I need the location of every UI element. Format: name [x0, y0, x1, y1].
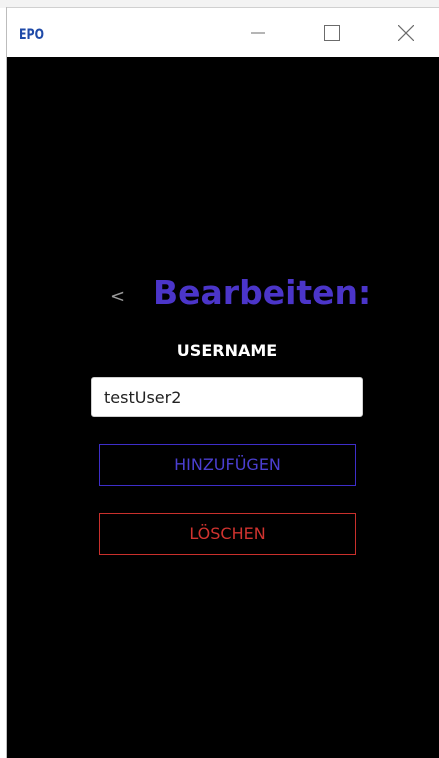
- edit-user-view: < Bearbeiten: USERNAME HINZUFÜGEN LÖSCHE…: [7, 57, 439, 758]
- minimize-icon: [251, 32, 265, 34]
- app-window: EPO < Bearbeiten: USERNAME HINZUFÜGEN LÖ…: [6, 7, 439, 758]
- maximize-icon: [324, 25, 340, 41]
- username-label: USERNAME: [176, 341, 278, 360]
- delete-button[interactable]: LÖSCHEN: [99, 513, 356, 555]
- close-icon: [398, 25, 414, 41]
- app-logo-text: EPO: [19, 27, 44, 43]
- app-logo: EPO: [19, 27, 44, 43]
- close-button[interactable]: [383, 8, 429, 58]
- minimize-button[interactable]: [235, 8, 281, 58]
- maximize-button[interactable]: [309, 8, 355, 58]
- username-input[interactable]: [91, 377, 363, 417]
- back-button[interactable]: <: [110, 285, 130, 309]
- title-bar[interactable]: EPO: [7, 7, 439, 57]
- add-button[interactable]: HINZUFÜGEN: [99, 444, 356, 486]
- page-title: Bearbeiten:: [153, 273, 372, 312]
